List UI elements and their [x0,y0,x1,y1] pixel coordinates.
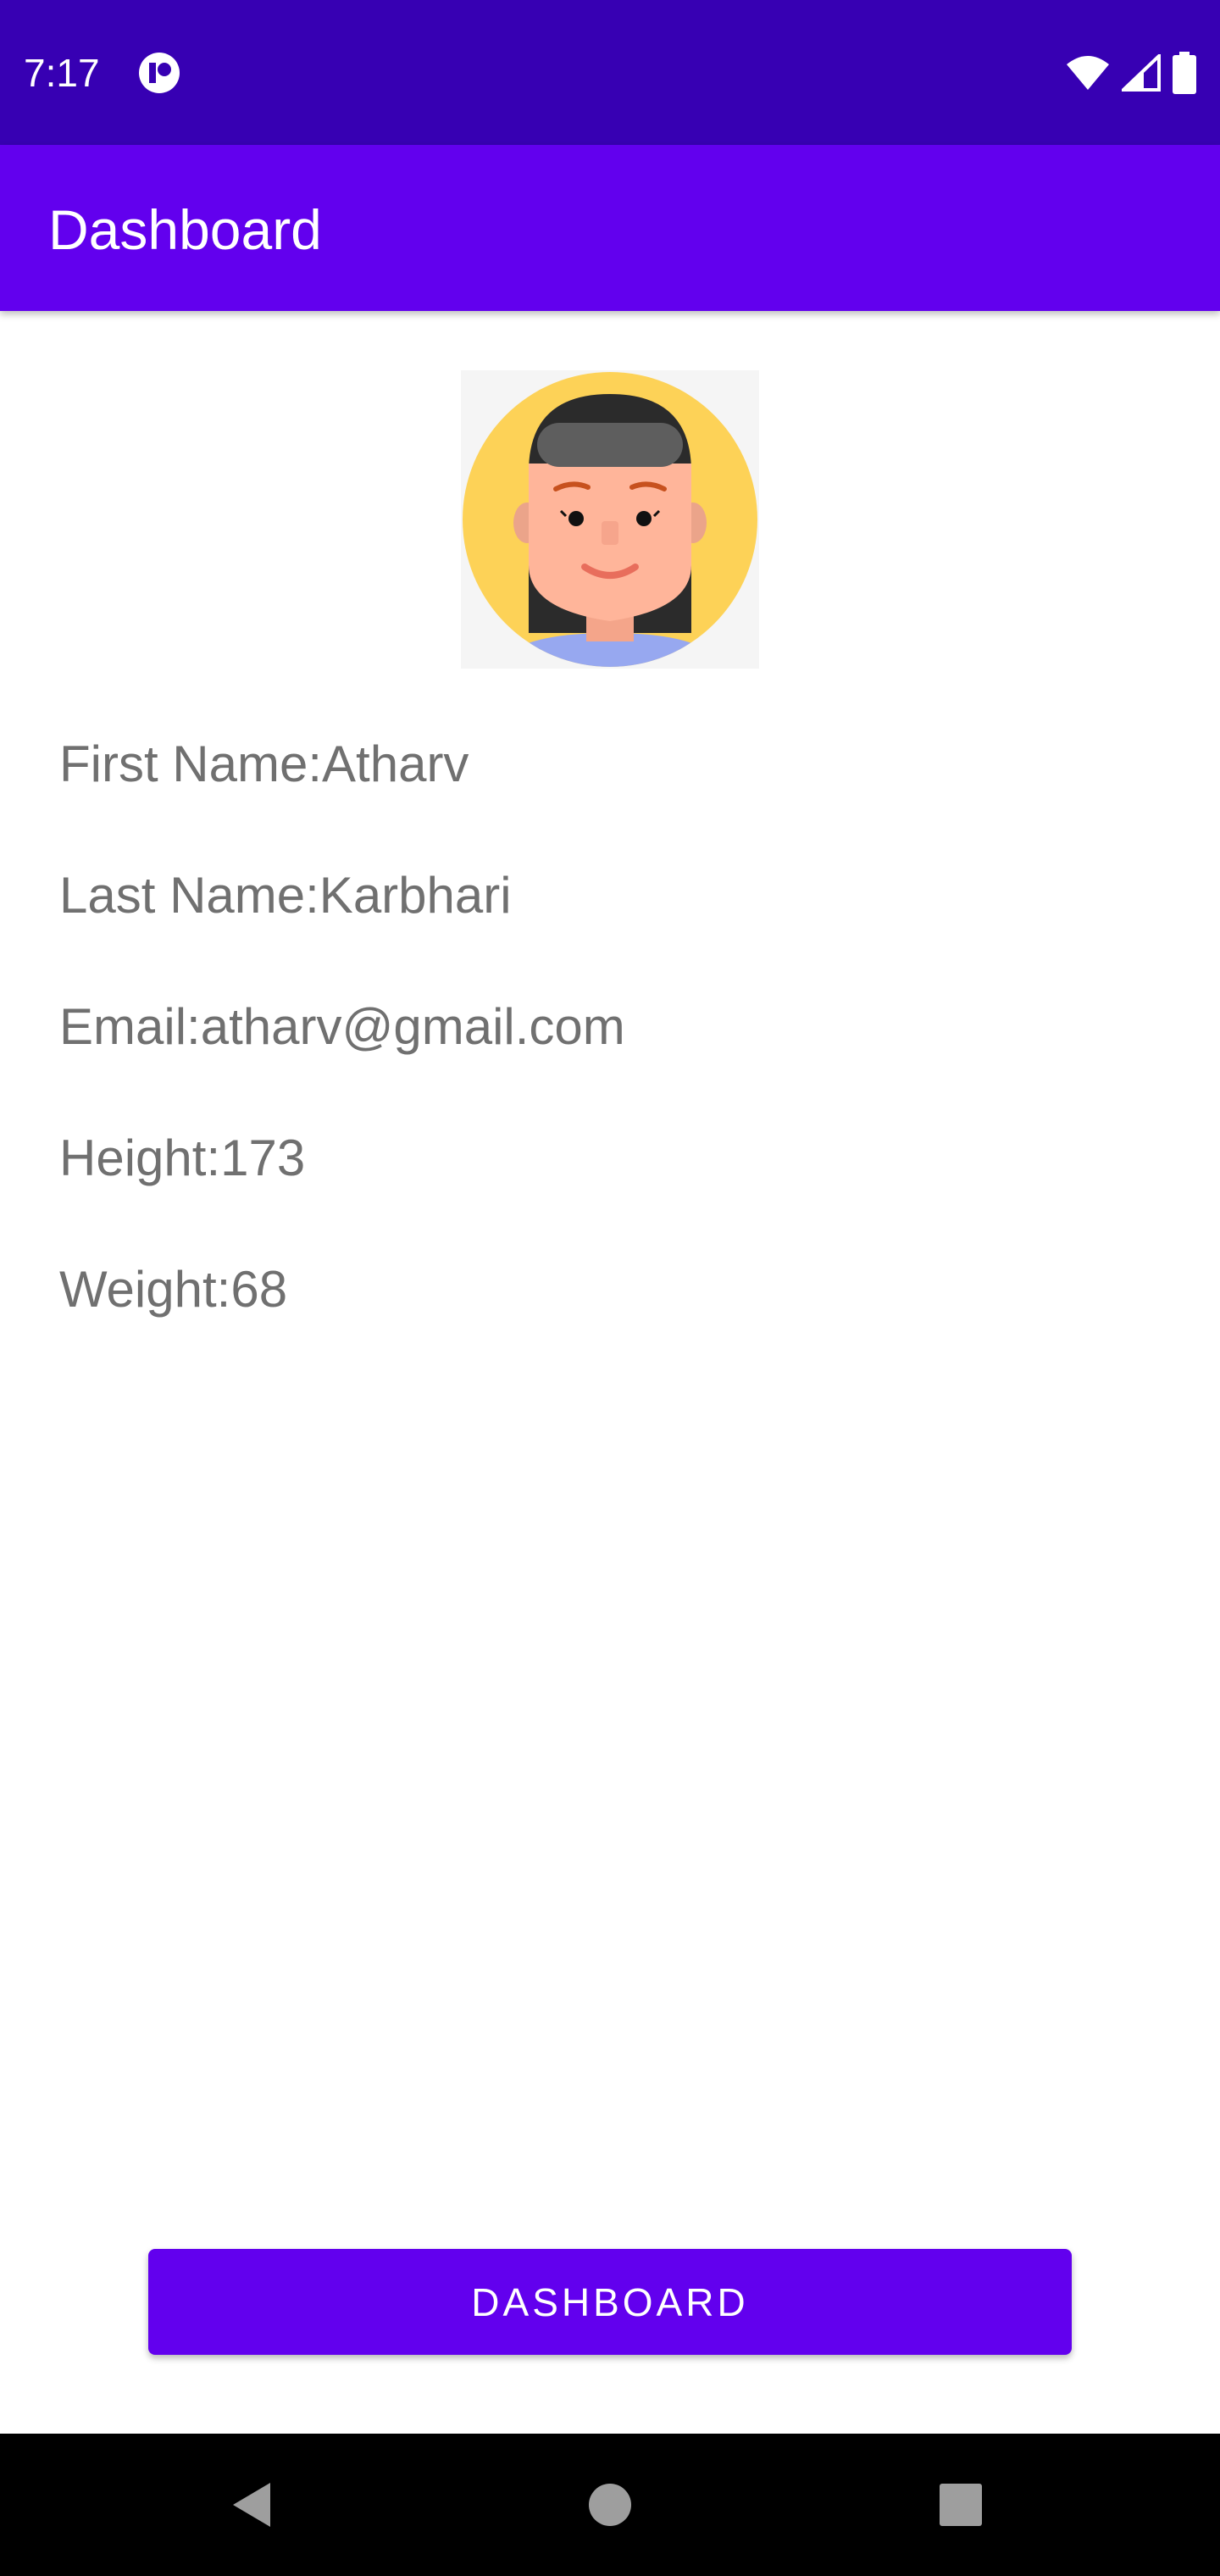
last-name-text: Last Name:Karbhari [59,867,512,924]
home-button[interactable] [576,2471,644,2539]
notification-app-icon [139,53,180,93]
dashboard-button[interactable]: DASHBOARD [148,2249,1072,2355]
back-button[interactable] [219,2471,287,2539]
status-bar: 7:17 [0,0,1220,145]
battery-icon [1173,52,1196,94]
wifi-icon [1067,56,1109,90]
recents-icon [940,2484,982,2526]
email-text: Email:atharv@gmail.com [59,998,625,1055]
profile-avatar-icon [463,372,757,667]
first-name-text: First Name:Atharv [59,736,469,792]
app-bar: Dashboard [0,145,1220,311]
status-icons [1066,49,1196,97]
avatar [461,370,759,669]
weight-text: Weight:68 [59,1261,288,1318]
signal-icon [1122,54,1161,92]
back-icon [233,2483,270,2527]
home-icon [589,2484,631,2526]
page-title: Dashboard [48,198,322,261]
status-time: 7:17 [24,51,100,95]
height-text: Height:173 [59,1130,306,1186]
recents-button[interactable] [927,2471,995,2539]
navigation-bar [0,2434,1220,2576]
